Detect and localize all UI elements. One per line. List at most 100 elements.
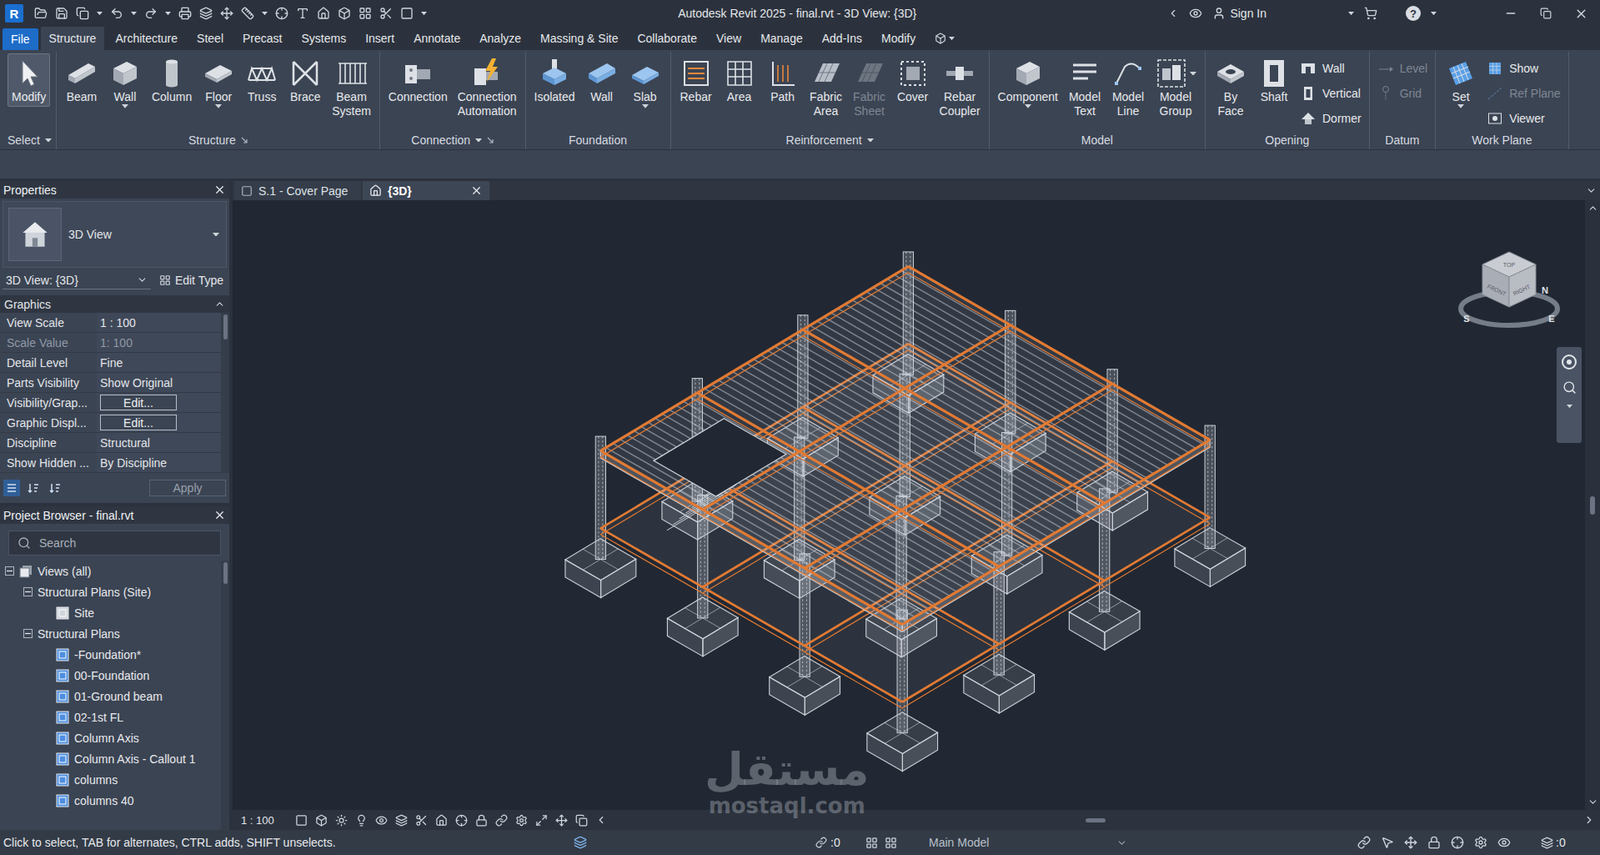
tool-button[interactable]: Slab — [624, 53, 667, 111]
tool-button[interactable]: Wall — [581, 53, 623, 107]
binoculars-icon[interactable] — [1188, 6, 1203, 21]
redo-icon[interactable] — [144, 6, 158, 21]
type-selector[interactable]: 3D View — [2, 200, 227, 268]
view-tab[interactable]: {3D} — [362, 180, 490, 201]
switch-windows-icon[interactable] — [400, 6, 414, 21]
filter-icon[interactable] — [1540, 836, 1554, 849]
dropdown-caret-icon[interactable] — [1430, 11, 1437, 16]
small-tool-button[interactable]: Show — [1486, 56, 1560, 80]
tool-button[interactable]: Modify — [7, 53, 51, 107]
tool-button[interactable]: Truss — [240, 53, 283, 107]
selection-option-icon[interactable] — [1497, 835, 1511, 849]
tool-button[interactable]: ModelText — [1063, 53, 1106, 121]
vertical-scrollbar[interactable] — [1584, 200, 1600, 810]
view-cube[interactable]: TOPFRONTRIGHTNES — [1454, 238, 1564, 332]
tabs-overflow-icon[interactable] — [1585, 185, 1597, 196]
sheets-icon[interactable] — [199, 6, 213, 21]
property-value[interactable]: Edit... — [96, 412, 221, 432]
design-options-list-icon[interactable] — [884, 836, 898, 849]
sort-button[interactable] — [46, 479, 64, 497]
ribbon-tab[interactable]: Analyze — [471, 26, 530, 51]
worksharing-icon[interactable] — [573, 835, 587, 849]
tree-item[interactable]: columns 40 — [0, 789, 221, 811]
expand-toggle[interactable] — [5, 566, 15, 576]
view-control-icon[interactable] — [495, 813, 508, 827]
zoom-icon[interactable] — [1562, 380, 1577, 395]
tool-button[interactable]: Set — [1439, 53, 1482, 111]
expand-toggle[interactable] — [23, 586, 33, 597]
structural-model[interactable] — [565, 251, 1246, 772]
model-view[interactable] — [232, 200, 1585, 810]
small-tool-button[interactable]: Viewer — [1486, 106, 1560, 130]
dropdown-caret-icon[interactable] — [948, 36, 955, 41]
tree-item[interactable]: 01-Ground beam — [0, 685, 221, 707]
dialog-launcher-icon[interactable] — [486, 136, 494, 144]
small-tool-button[interactable]: Level — [1377, 56, 1428, 80]
navigation-bar[interactable] — [1556, 346, 1582, 443]
tool-button[interactable]: Shaft — [1253, 53, 1295, 107]
tool-button[interactable]: RebarCoupler — [935, 53, 985, 121]
view-control-icon[interactable] — [295, 813, 308, 827]
dropdown-caret-icon[interactable] — [121, 104, 129, 109]
dropdown-caret-icon[interactable] — [96, 11, 103, 16]
selection-option-icon[interactable] — [1450, 835, 1465, 849]
view-control-icon[interactable] — [375, 813, 388, 827]
view-control-icon[interactable] — [355, 813, 368, 827]
restore-button[interactable] — [1533, 7, 1559, 20]
ribbon-group-title[interactable]: Connection — [384, 130, 522, 150]
tool-button[interactable]: Beam — [60, 53, 103, 107]
dropdown-caret-icon[interactable] — [642, 104, 649, 109]
tree-item[interactable]: 02-1st FL — [0, 706, 221, 728]
tree-item[interactable]: columns — [0, 768, 221, 790]
drawing-canvas[interactable]: TOPFRONTRIGHTNES — [232, 200, 1585, 810]
close-button[interactable] — [1568, 6, 1594, 21]
dropdown-caret-icon[interactable] — [867, 138, 874, 143]
ribbon-tab[interactable]: Annotate — [405, 26, 469, 51]
tool-button[interactable]: Brace — [284, 53, 327, 107]
view-control-icon[interactable] — [455, 813, 468, 827]
tool-button[interactable]: Rebar — [675, 53, 718, 107]
dropdown-caret-icon[interactable] — [212, 232, 220, 237]
tree-item[interactable]: 00-Foundation — [0, 664, 221, 686]
design-options-icon[interactable] — [865, 836, 878, 849]
steering-wheel-icon[interactable] — [1560, 353, 1578, 371]
ribbon-tab[interactable]: Collaborate — [628, 26, 706, 51]
tool-button[interactable]: Isolated — [530, 53, 580, 107]
close-hidden-icon[interactable] — [379, 6, 393, 21]
tool-button[interactable]: Component — [993, 53, 1063, 111]
dialog-launcher-icon[interactable] — [240, 136, 248, 144]
tool-button[interactable]: BeamSystem — [327, 53, 376, 121]
tool-button[interactable]: ModelGroup — [1150, 53, 1201, 121]
help-button[interactable]: ? — [1405, 5, 1421, 21]
tool-button[interactable]: FabricArea — [805, 53, 848, 121]
tool-button[interactable]: Connection — [384, 53, 452, 107]
ribbon-tab[interactable]: Steel — [188, 26, 232, 51]
small-tool-button[interactable]: Grid — [1377, 81, 1428, 105]
scrollbar[interactable] — [220, 560, 230, 830]
view-control-icon[interactable] — [535, 813, 548, 827]
save-icon[interactable] — [55, 6, 69, 21]
small-tool-button[interactable]: Dormer — [1299, 106, 1362, 130]
property-value[interactable]: By Discipline — [96, 452, 221, 472]
dropdown-caret-icon[interactable] — [130, 11, 137, 16]
minimize-button[interactable] — [1498, 6, 1524, 21]
view-control-icon[interactable] — [575, 813, 588, 827]
app-logo[interactable]: R — [5, 4, 24, 23]
view-control-icon[interactable] — [555, 813, 568, 827]
measure-icon[interactable] — [240, 6, 255, 21]
sort-button[interactable] — [3, 479, 21, 497]
cart-icon[interactable] — [1364, 6, 1378, 21]
view-control-icon[interactable] — [435, 813, 448, 827]
tree-item[interactable]: Structural Plans (Site) — [0, 581, 221, 602]
dropdown-caret-icon[interactable] — [1348, 11, 1355, 16]
sign-in-button[interactable]: Sign In — [1212, 6, 1267, 21]
ribbon-tab[interactable]: File — [2, 28, 39, 51]
property-value[interactable]: 1 : 100 — [96, 312, 221, 332]
edit-button[interactable]: Edit... — [100, 414, 177, 431]
dropdown-caret-icon[interactable] — [475, 138, 482, 143]
view-control-icon[interactable] — [315, 813, 328, 827]
align-icon[interactable] — [275, 6, 289, 21]
tree-item[interactable]: Column Axis — [0, 727, 221, 748]
view-control-icon[interactable] — [395, 813, 408, 827]
tool-button[interactable]: Column — [147, 53, 196, 107]
